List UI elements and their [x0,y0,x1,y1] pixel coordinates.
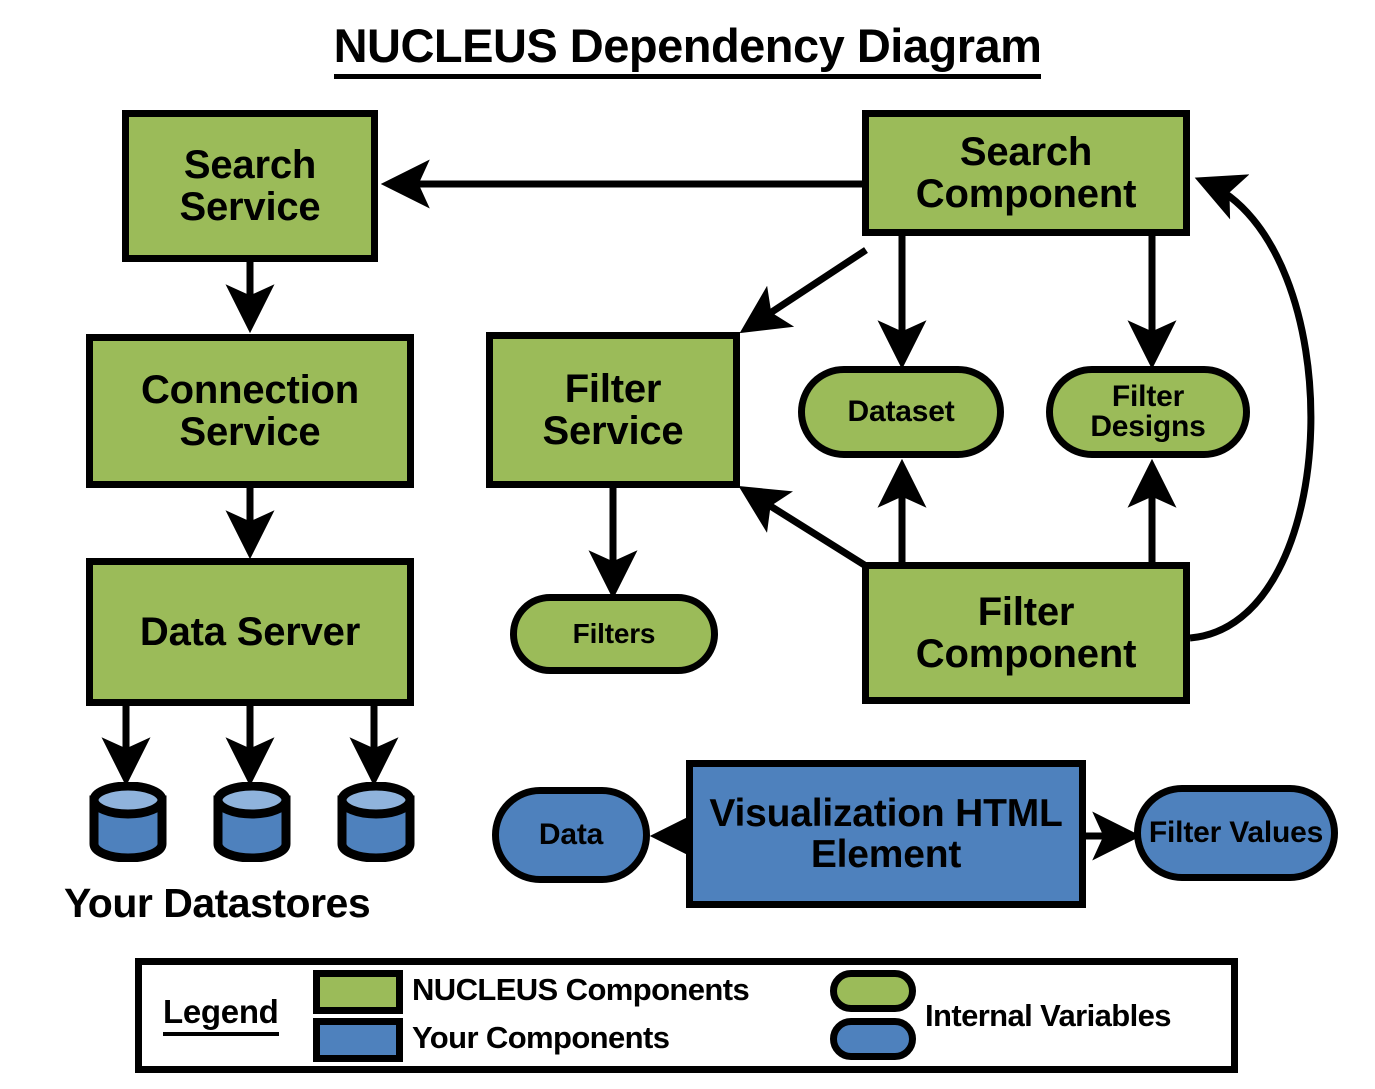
node-filter-designs-label: Filter Designs [1090,380,1206,443]
node-search-component[interactable]: Search Component [862,110,1190,236]
node-search-service-label: Search Service [179,142,321,229]
legend-label-internal-variables-text: Internal Variables [925,998,1172,1033]
edge-searchcomponent-to-filterservice [739,247,868,334]
legend-title: Legend [163,993,279,1036]
node-filter-designs[interactable]: Filter Designs [1046,366,1250,458]
legend-label-internal-variables: Internal Variables [925,998,1172,1034]
node-search-component-label: Search Component [915,129,1137,216]
diagram-canvas: NUCLEUS Dependency Diagram Search Servic… [0,0,1375,1089]
legend-label-nucleus-components-text: NUCLEUS Components [412,972,750,1007]
node-filters-label: Filters [572,618,656,650]
node-data[interactable]: Data [492,787,650,883]
node-data-label: Data [538,818,604,852]
node-visualization-html-element[interactable]: Visualization HTML Element [686,760,1086,908]
node-data-server[interactable]: Data Server [86,558,414,706]
page-title: NUCLEUS Dependency Diagram [0,18,1375,79]
node-filter-component-label: Filter Component [915,589,1137,676]
node-dataset-label: Dataset [847,395,955,429]
node-filter-component[interactable]: Filter Component [862,562,1190,704]
edge-filtercomponent-to-filterservice [738,486,868,569]
node-search-service[interactable]: Search Service [122,110,378,262]
node-filters[interactable]: Filters [510,594,718,674]
node-connection-service-label: Connection Service [141,367,359,454]
legend-label-your-components-text: Your Components [412,1020,670,1055]
legend-swatch-your-components [313,1018,403,1062]
node-dataset[interactable]: Dataset [798,366,1004,458]
legend-title-text: Legend [163,993,279,1030]
datastore-cylinder-1[interactable] [88,782,168,862]
node-data-server-label: Data Server [139,609,361,654]
node-filter-service-label: Filter Service [542,366,684,453]
node-filter-values-label: Filter Values [1148,816,1324,849]
node-filter-values[interactable]: Filter Values [1134,785,1338,881]
node-visualization-html-element-label: Visualization HTML Element [709,791,1063,876]
datastore-cylinder-2[interactable] [212,782,292,862]
datastores-label: Your Datastores [64,880,371,927]
page-title-text: NUCLEUS Dependency Diagram [333,19,1042,79]
legend-label-nucleus-components: NUCLEUS Components [412,972,750,1008]
legend-swatch-internal-variables-blue [830,1018,916,1060]
node-connection-service[interactable]: Connection Service [86,334,414,488]
legend-swatch-internal-variables-green [830,970,916,1012]
datastore-cylinder-3[interactable] [336,782,416,862]
datastores-label-text: Your Datastores [64,880,371,926]
legend-swatch-nucleus-components [313,970,403,1014]
legend-label-your-components: Your Components [412,1020,670,1056]
node-filter-service[interactable]: Filter Service [486,332,740,488]
